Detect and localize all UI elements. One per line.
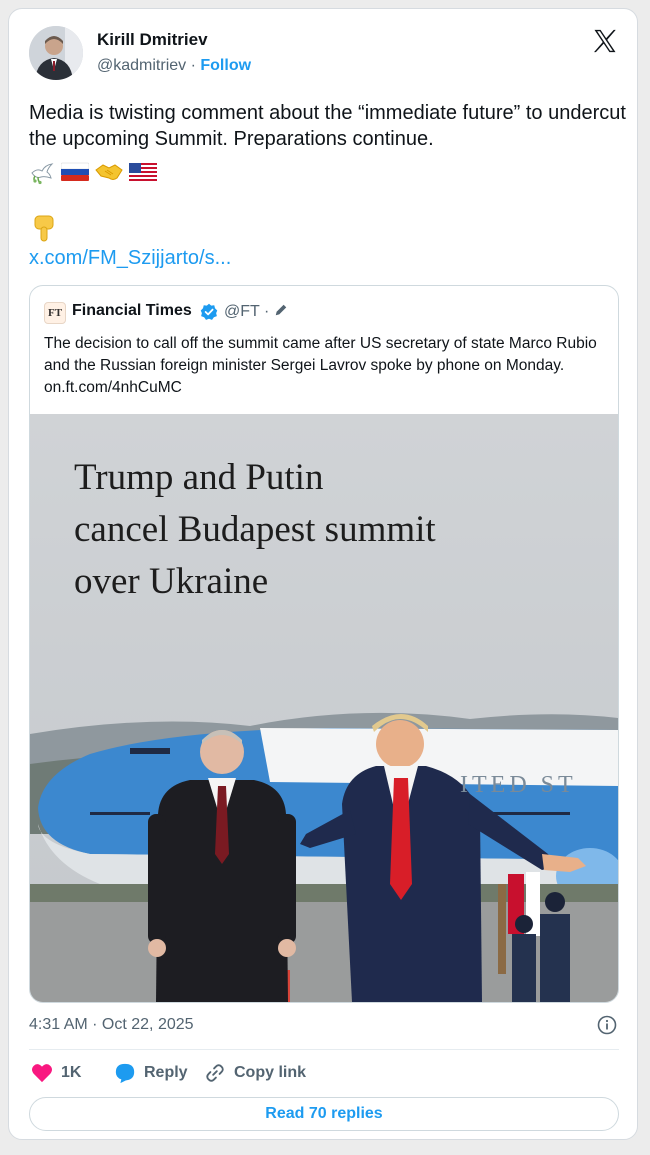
- timestamp[interactable]: 4:31 AM · Oct 22, 2025: [29, 1016, 194, 1034]
- tweet-card: Kirill Dmitriev @kadmitriev · Follow Med…: [8, 8, 638, 1140]
- info-icon[interactable]: [597, 1015, 617, 1035]
- plane-lettering: ITED ST: [460, 772, 577, 798]
- tweet-text: Media is twisting comment about the “imm…: [29, 102, 626, 150]
- avatar[interactable]: [29, 26, 83, 80]
- tweet-link[interactable]: x.com/FM_Szijjarto/s...: [29, 247, 231, 270]
- reply-button[interactable]: Reply: [114, 1061, 188, 1085]
- like-button[interactable]: 1K: [31, 1061, 81, 1085]
- quote-author-handle: @FT ·: [224, 303, 288, 321]
- article-headline: Trump and Putin cancel Budapest summit o…: [74, 452, 574, 608]
- dove-icon: [31, 163, 54, 185]
- russia-flag-icon: [61, 162, 89, 181]
- heart-icon: [32, 1064, 52, 1083]
- copy-link-button[interactable]: Copy link: [204, 1061, 306, 1085]
- read-replies-button[interactable]: Read 70 replies: [29, 1097, 619, 1131]
- link-icon: [206, 1064, 224, 1082]
- quote-author-name[interactable]: Financial Times: [72, 302, 192, 320]
- divider: [29, 1049, 619, 1050]
- headline-line-1: Trump and Putin: [74, 457, 324, 498]
- avatar-photo: [29, 26, 83, 80]
- us-flag-icon: [129, 163, 157, 181]
- pencil-icon: [275, 304, 286, 316]
- x-logo-icon[interactable]: [591, 27, 619, 55]
- article-image[interactable]: ITED ST Trump and Putin cancel Budapest …: [30, 414, 618, 1002]
- headline-line-3: over Ukraine: [74, 561, 269, 602]
- like-count: 1K: [61, 1064, 82, 1081]
- verified-badge-icon: [200, 303, 218, 320]
- author-name[interactable]: Kirill Dmitriev: [97, 30, 208, 50]
- ft-logo-icon: FT: [44, 302, 66, 324]
- quote-text: The decision to call off the summit came…: [44, 335, 597, 396]
- quote-handle-text: @FT ·: [224, 303, 274, 320]
- headline-line-2: cancel Budapest summit: [74, 509, 436, 550]
- copy-link-label: Copy link: [234, 1064, 307, 1081]
- pointing-down-icon: [34, 215, 54, 242]
- follow-button[interactable]: Follow: [200, 57, 251, 74]
- reply-bubble-icon: [115, 1063, 135, 1084]
- meta-separator: ·: [186, 57, 201, 74]
- author-meta: @kadmitriev · Follow: [97, 57, 251, 75]
- author-handle[interactable]: @kadmitriev: [97, 57, 186, 74]
- quoted-tweet[interactable]: FT Financial Times @FT · The decision to…: [29, 285, 619, 1003]
- reply-label: Reply: [144, 1064, 188, 1081]
- handshake-icon: [95, 164, 123, 180]
- emoji-row: [29, 159, 157, 185]
